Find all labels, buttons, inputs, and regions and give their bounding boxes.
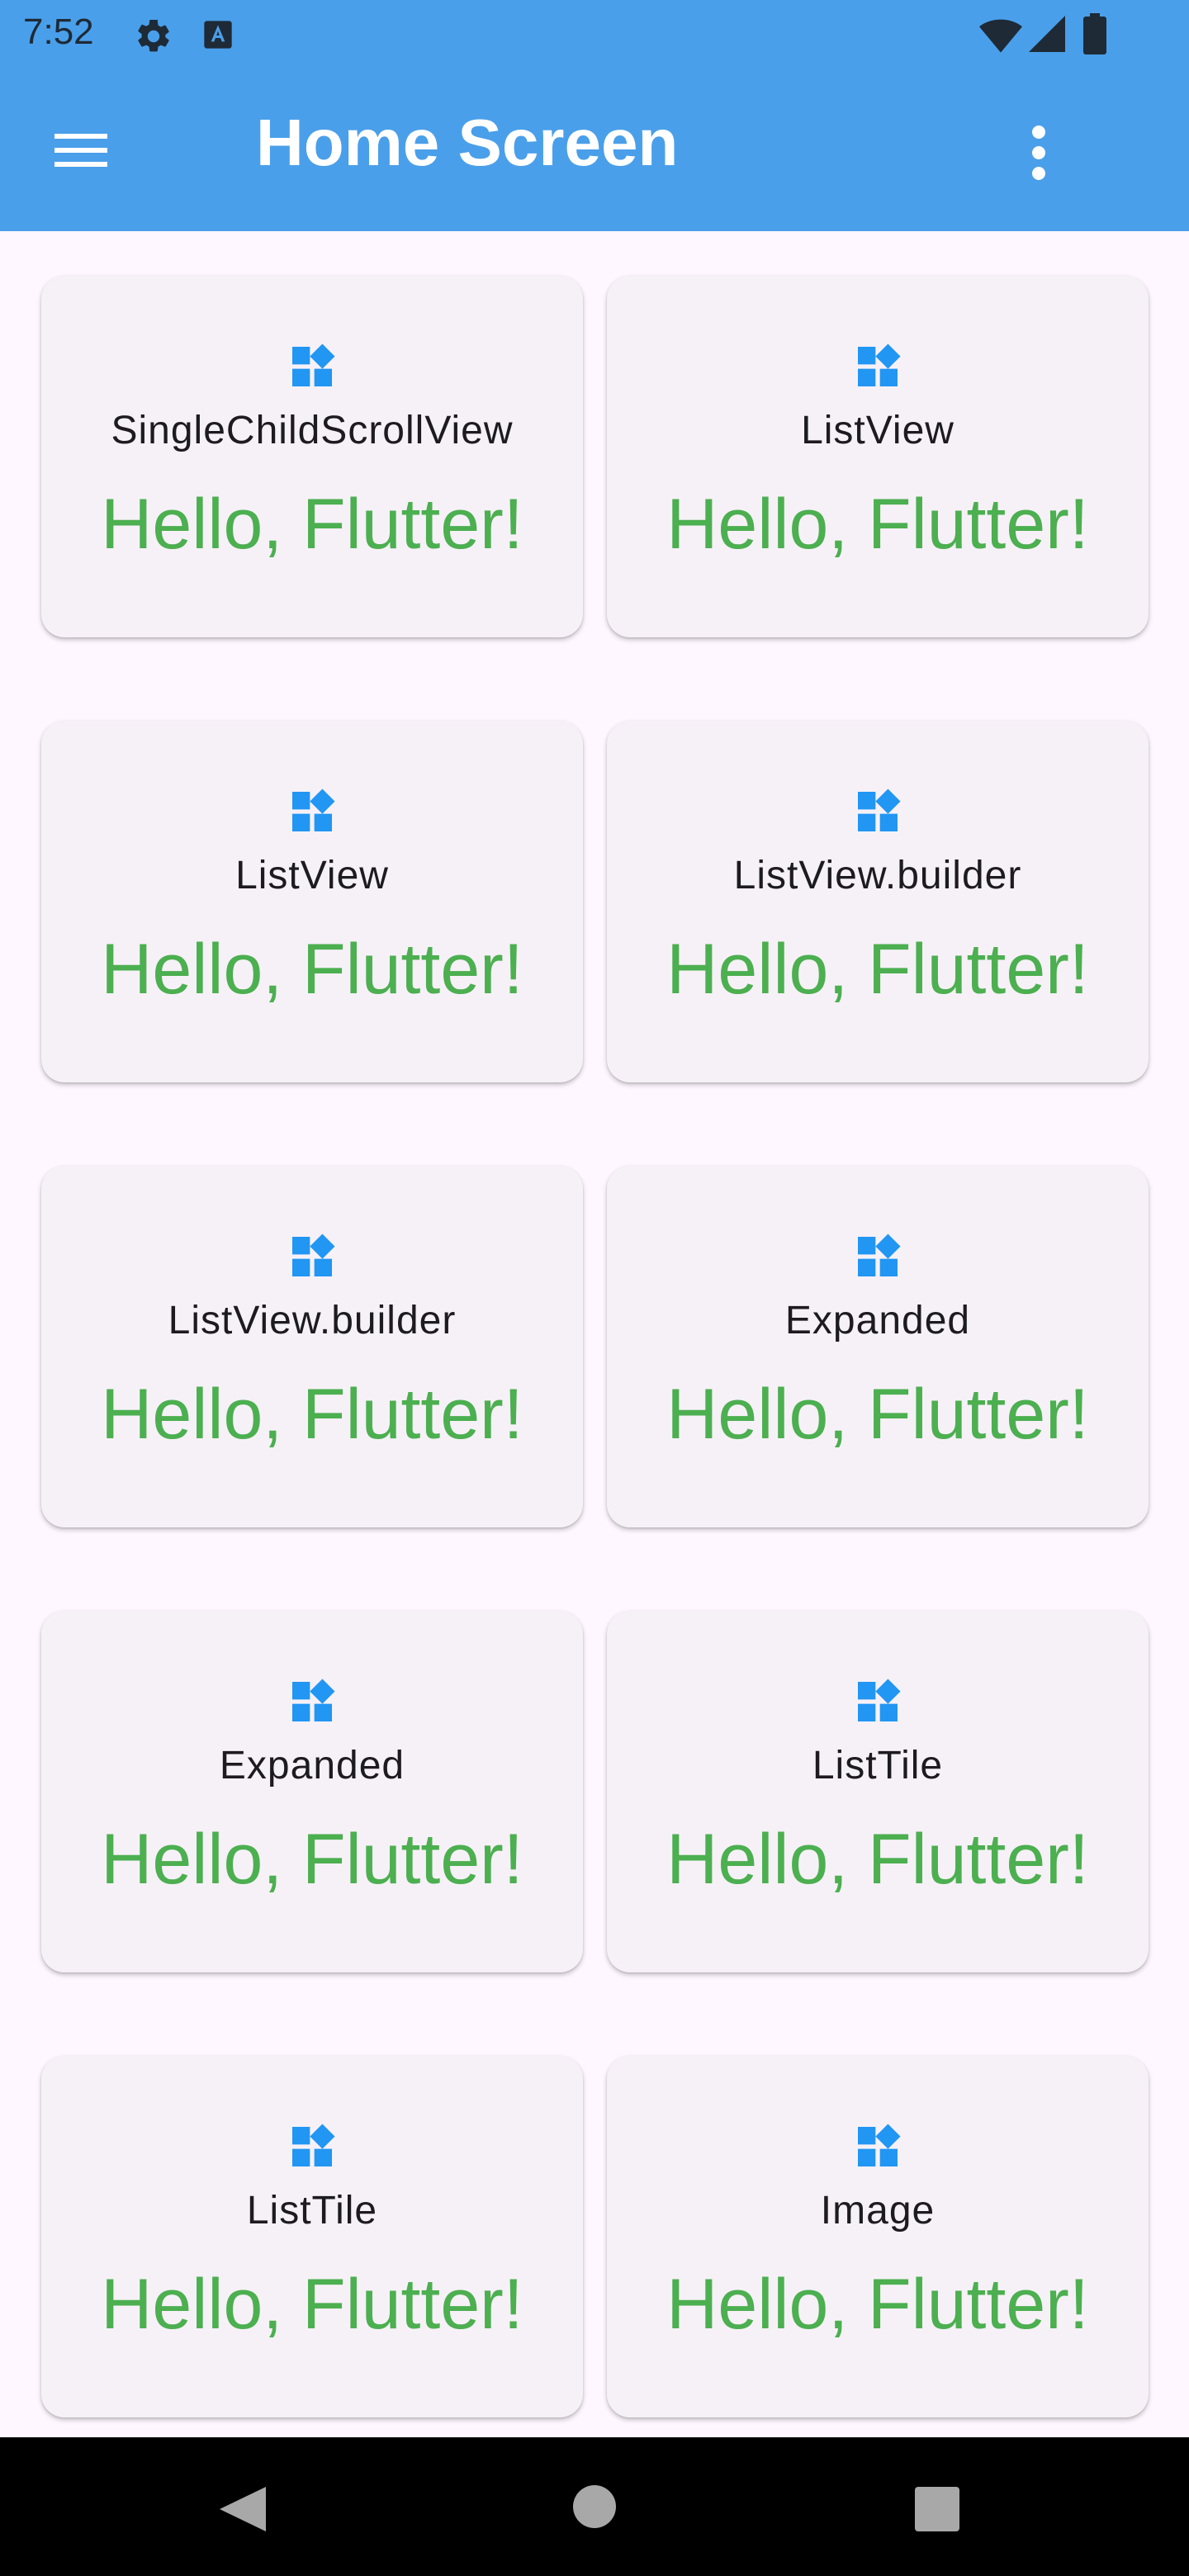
app-bar: Home Screen [0, 69, 1189, 231]
card-title: Image [820, 2189, 936, 2233]
card-greeting: Hello, Flutter! [101, 1375, 523, 1454]
more-options-button[interactable] [1012, 116, 1065, 190]
card-title: ListView [801, 409, 955, 452]
card-greeting: Hello, Flutter! [101, 485, 523, 564]
widgets-icon [858, 1679, 901, 1721]
signal-icon [1029, 16, 1065, 52]
card-title: SingleChildScrollView [111, 409, 514, 452]
card-title: ListView.builder [733, 854, 1022, 897]
home-icon[interactable] [571, 2484, 618, 2530]
widget-card[interactable]: ListTile Hello, Flutter! [607, 1611, 1149, 1972]
widgets-icon [292, 2124, 335, 2166]
card-greeting: Hello, Flutter! [101, 930, 523, 1009]
widgets-icon [292, 1679, 335, 1721]
system-nav-bar [0, 2437, 1189, 2576]
widgets-icon [858, 788, 901, 831]
wifi-icon [979, 19, 1022, 53]
card-greeting: Hello, Flutter! [666, 1375, 1089, 1454]
widgets-icon [292, 788, 335, 831]
widget-card[interactable]: ListView.builder Hello, Flutter! [607, 721, 1149, 1082]
card-title: ListTile [812, 1744, 944, 1788]
back-icon[interactable] [216, 2484, 271, 2535]
settings-icon [138, 19, 169, 52]
widget-card[interactable]: ListView Hello, Flutter! [41, 721, 583, 1082]
card-title: ListView [235, 854, 389, 897]
card-title: ListTile [246, 2189, 378, 2233]
card-greeting: Hello, Flutter! [666, 1820, 1089, 1899]
card-greeting: Hello, Flutter! [101, 1820, 523, 1899]
card-title: Expanded [784, 1299, 971, 1342]
card-greeting: Hello, Flutter! [101, 2265, 523, 2344]
widget-card[interactable]: ListView.builder Hello, Flutter! [41, 1166, 583, 1527]
card-greeting: Hello, Flutter! [666, 485, 1089, 564]
status-bar: 7:52 [0, 0, 1189, 69]
accessibility-a-icon [204, 21, 232, 49]
battery-icon [1083, 13, 1106, 54]
page-title: Home Screen [256, 106, 679, 179]
card-greeting: Hello, Flutter! [666, 2265, 1089, 2344]
card-greeting: Hello, Flutter! [666, 930, 1089, 1009]
widgets-icon [858, 2124, 901, 2166]
widget-card[interactable]: Image Hello, Flutter! [607, 2056, 1149, 2417]
more-vert-icon [1032, 125, 1045, 180]
recents-icon[interactable] [915, 2487, 959, 2531]
widget-card[interactable]: Expanded Hello, Flutter! [607, 1166, 1149, 1527]
widgets-icon [292, 343, 335, 386]
menu-button[interactable] [46, 122, 116, 178]
widgets-icon [858, 343, 901, 386]
widgets-icon [858, 1234, 901, 1276]
status-time: 7:52 [23, 12, 94, 52]
hamburger-menu-icon [54, 134, 107, 167]
widgets-icon [292, 1234, 335, 1276]
widget-card[interactable]: Expanded Hello, Flutter! [41, 1611, 583, 1972]
widget-card[interactable]: ListView Hello, Flutter! [607, 276, 1149, 637]
card-title: Expanded [219, 1744, 405, 1788]
widget-card[interactable]: SingleChildScrollView Hello, Flutter! [41, 276, 583, 637]
card-title: ListView.builder [168, 1299, 457, 1342]
widget-card[interactable]: ListTile Hello, Flutter! [41, 2056, 583, 2417]
